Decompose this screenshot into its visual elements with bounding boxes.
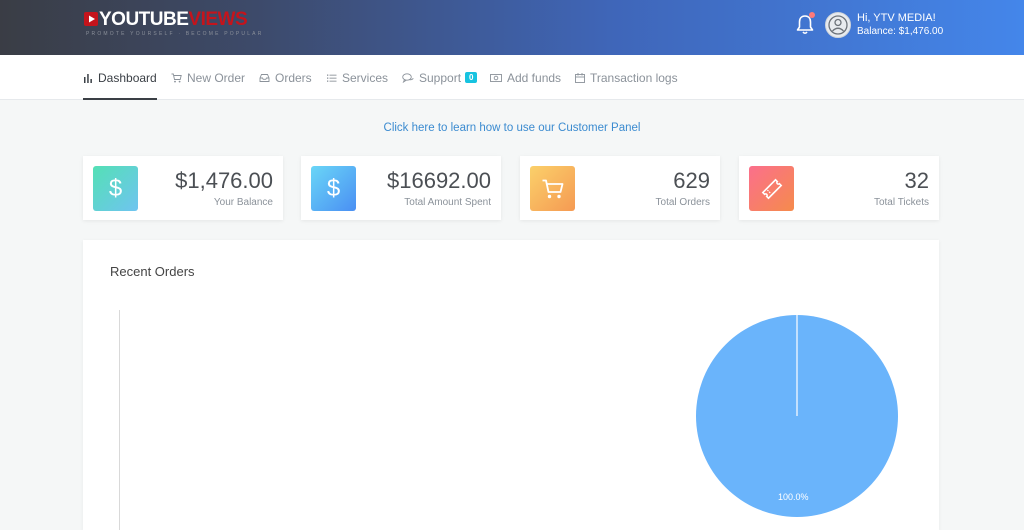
nav-add-funds-label: Add funds xyxy=(507,70,562,85)
stat-card-total-tickets: 32 Total Tickets xyxy=(739,156,939,220)
recent-orders-pie-chart xyxy=(696,315,898,517)
logo-tagline: PROMOTE YOURSELF · BECOME POPULAR xyxy=(86,31,264,37)
dollar-icon: $ xyxy=(311,166,356,211)
nav-dashboard[interactable]: Dashboard xyxy=(83,55,157,100)
nav-new-order-label: New Order xyxy=(187,70,246,85)
stat-value: $16692.00 xyxy=(387,168,491,193)
inbox-icon xyxy=(259,73,270,82)
recent-orders-panel: Recent Orders 100.0% xyxy=(83,240,939,530)
stat-label: Total Amount Spent xyxy=(404,197,491,208)
pie-slice-label: 100.0% xyxy=(778,492,809,502)
money-icon xyxy=(490,73,502,82)
play-logo-icon xyxy=(84,12,98,26)
calendar-icon xyxy=(575,72,585,83)
logo-wordmark: YOUTUBEVIEWS xyxy=(99,9,248,30)
support-count-badge: 0 xyxy=(465,72,478,83)
chart-axis-line xyxy=(119,310,120,530)
top-bar: YOUTUBEVIEWS PROMOTE YOURSELF · BECOME P… xyxy=(0,0,1024,55)
stat-card-total-spent: $ $16692.00 Total Amount Spent xyxy=(301,156,501,220)
stat-value: 32 xyxy=(904,168,929,193)
list-icon xyxy=(327,74,337,82)
nav-transaction-logs-label: Transaction logs xyxy=(590,70,678,85)
avatar[interactable] xyxy=(825,12,851,38)
nav-support[interactable]: Support 0 xyxy=(402,55,478,100)
stat-card-total-orders: 629 Total Orders xyxy=(520,156,720,220)
recent-orders-title: Recent Orders xyxy=(110,264,195,279)
user-balance: Balance: $1,476.00 xyxy=(857,26,944,37)
stat-value: 629 xyxy=(673,168,710,193)
chat-icon xyxy=(402,72,414,83)
dollar-icon: $ xyxy=(93,166,138,211)
nav-orders-label: Orders xyxy=(275,70,312,85)
stat-label: Total Tickets xyxy=(873,197,929,208)
nav-support-label: Support xyxy=(419,70,462,85)
user-greeting[interactable]: Hi, YTV MEDIA! xyxy=(857,12,936,24)
nav-dashboard-label: Dashboard xyxy=(98,70,157,85)
nav-new-order[interactable]: New Order xyxy=(171,55,245,100)
nav-orders[interactable]: Orders xyxy=(259,55,312,100)
customer-panel-help-link[interactable]: Click here to learn how to use our Custo… xyxy=(0,122,1024,134)
stat-label: Total Orders xyxy=(655,197,710,208)
notification-dot xyxy=(809,12,815,18)
main-nav: Dashboard New Order Orders Services Supp… xyxy=(0,55,1024,100)
cart-icon xyxy=(530,166,575,211)
stat-value: $1,476.00 xyxy=(175,168,273,193)
nav-services[interactable]: Services xyxy=(327,55,388,100)
cart-icon xyxy=(171,73,182,82)
nav-services-label: Services xyxy=(342,70,389,85)
user-icon xyxy=(828,15,848,35)
nav-transaction-logs[interactable]: Transaction logs xyxy=(575,55,678,100)
nav-add-funds[interactable]: Add funds xyxy=(490,55,561,100)
stat-label: Your Balance xyxy=(213,197,273,208)
ticket-icon xyxy=(749,166,794,211)
stat-card-balance: $ $1,476.00 Your Balance xyxy=(83,156,283,220)
bar-chart-icon xyxy=(84,73,92,83)
